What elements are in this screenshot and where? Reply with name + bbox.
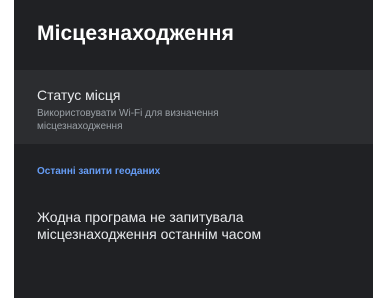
settings-panel: Місцезнаходження Статус місця Використов… — [14, 0, 373, 298]
recent-requests-header: Останні запити геоданих — [37, 166, 161, 177]
no-recent-requests-message: Жодна програма не запитувала місцезнаход… — [37, 209, 262, 242]
page-title: Місцезнаходження — [37, 22, 234, 45]
location-status-subtitle: Використовувати Wi-Fi для визначення міс… — [37, 108, 219, 132]
location-status-item[interactable]: Статус місця Використовувати Wi-Fi для в… — [14, 70, 373, 144]
location-status-title: Статус місця — [37, 87, 121, 103]
